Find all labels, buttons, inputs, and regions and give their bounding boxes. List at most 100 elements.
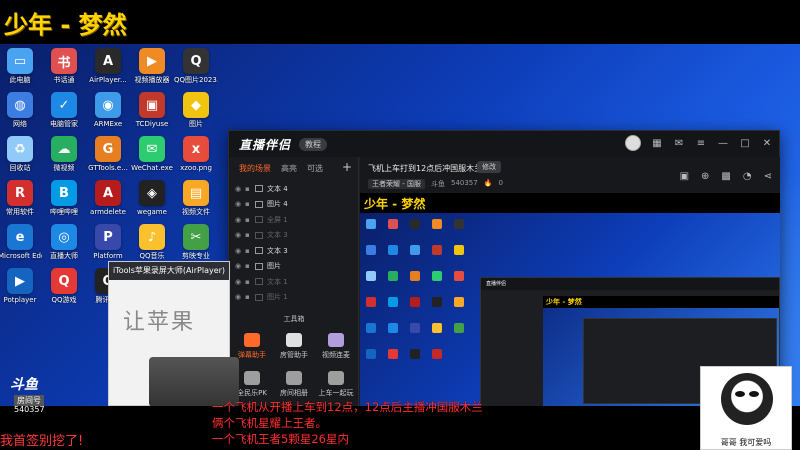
tool-icon [328, 371, 344, 385]
tab-my-scene[interactable]: 我的场景 [239, 163, 271, 177]
tab-highlight[interactable]: 高亮 [281, 163, 297, 177]
desktop-icon[interactable]: ♪ QQ音乐 [130, 224, 174, 260]
scene-source-item[interactable]: ◉ ▪ 图片 4 [229, 197, 358, 213]
desktop-icon[interactable]: ◉ ARMExe [86, 92, 130, 128]
tool-button[interactable]: 上车一起玩 [316, 371, 356, 398]
avatar[interactable] [625, 135, 641, 151]
lock-icon[interactable]: ▪ [245, 293, 255, 301]
bell-icon[interactable]: ◔ [743, 171, 752, 182]
desktop-icon[interactable]: x xzoo.png [174, 136, 218, 172]
scene-source-item[interactable]: ◉ ▪ 图片 1 [229, 290, 358, 306]
tool-button[interactable]: 弹幕助手 [232, 333, 272, 360]
preview-desktop-icon [454, 219, 464, 229]
game-category[interactable]: 王者荣耀 - 国服 [368, 179, 425, 189]
close-icon[interactable]: ✕ [761, 138, 773, 149]
lock-icon[interactable]: ▪ [245, 278, 255, 286]
desktop-icon[interactable]: ◈ wegame [130, 180, 174, 216]
scene-source-label: 图片 1 [267, 293, 288, 302]
app-icon: A [95, 48, 121, 74]
lock-icon[interactable]: ▪ [245, 185, 255, 193]
visibility-icon[interactable]: ◉ [235, 262, 245, 270]
grid-icon[interactable]: ▦ [651, 138, 663, 149]
desktop-icon[interactable]: ♻ 回收站 [0, 136, 42, 172]
desktop-icon[interactable]: P Platform [86, 224, 130, 260]
desktop-icon[interactable]: e Microsoft Edge [0, 224, 42, 260]
lock-icon[interactable]: ▪ [245, 231, 255, 239]
lock-icon[interactable]: ▪ [245, 262, 255, 270]
scene-source-item[interactable]: ◉ ▪ 文本 3 [229, 228, 358, 244]
app-icon: B [51, 180, 77, 206]
maximize-icon[interactable]: □ [739, 138, 751, 149]
tool-button[interactable]: 视频连麦 [316, 333, 356, 360]
app-icon: Q [51, 268, 77, 294]
tab-optional[interactable]: 可选 [307, 163, 323, 177]
tool-button[interactable]: 房间相册 [274, 371, 314, 398]
desktop-icon[interactable]: ▭ 此电脑 [0, 48, 42, 84]
scene-source-item[interactable]: ◉ ▪ 全屏 1 [229, 212, 358, 228]
app-icon: ◆ [183, 92, 209, 118]
lock-icon[interactable]: ▪ [245, 247, 255, 255]
desktop-icon[interactable]: 书书话通 [42, 48, 86, 84]
scene-source-item[interactable]: ◉ ▪ 图片 [229, 259, 358, 275]
visibility-icon[interactable]: ◉ [235, 216, 245, 224]
visibility-icon[interactable]: ◉ [235, 200, 245, 208]
app-icon: Q [183, 48, 209, 74]
preview-desktop-icon [410, 323, 420, 333]
visibility-icon[interactable]: ◉ [235, 278, 245, 286]
desktop-icon[interactable]: ✓ 电脑管家 [42, 92, 86, 128]
visibility-icon[interactable]: ◉ [235, 185, 245, 193]
tool-icon [286, 333, 302, 347]
app-icon: ✂ [183, 224, 209, 250]
preview-overlay-title: 少年 - 梦然 [364, 197, 426, 211]
app-badge[interactable]: 教程 [299, 137, 328, 151]
desktop-icon-label: 剪映专业 [182, 252, 210, 260]
desktop-icon[interactable]: Q QQ游戏 [42, 268, 86, 304]
lock-icon[interactable]: ⊕ [701, 171, 709, 182]
scene-source-item[interactable]: ◉ ▪ 文本 1 [229, 274, 358, 290]
desktop-icon[interactable]: B 哔哩哔哩 [42, 180, 86, 216]
visibility-icon[interactable]: ◉ [235, 231, 245, 239]
desktop-icon[interactable]: G GTTools.e... [86, 136, 130, 172]
app-titlebar[interactable]: 直播伴侣 教程 ▦ ✉ ≡ — □ ✕ [229, 131, 779, 157]
layout-icon[interactable]: ▣ [680, 171, 689, 182]
desktop-icon[interactable]: ◍ 网络 [0, 92, 42, 128]
desktop-icon[interactable]: Aarmdelete [86, 180, 130, 216]
desktop-icon-label: xzoo.png [180, 164, 212, 172]
add-scene-icon[interactable]: + [342, 160, 352, 174]
visibility-icon[interactable]: ◉ [235, 247, 245, 255]
edit-title-button[interactable]: 修改 [477, 161, 501, 173]
desktop-icon[interactable]: ✉ WeChat.exe [130, 136, 174, 172]
desktop-icon[interactable]: ✂ 剪映专业 [174, 224, 218, 260]
desktop-icon[interactable]: ◎ 直播大师 [42, 224, 86, 260]
preview-desktop-icon [388, 323, 398, 333]
desktop-icon[interactable]: ☁ 微视频 [42, 136, 86, 172]
scene-source-item[interactable]: ◉ ▪ 文本 3 [229, 243, 358, 259]
scene-source-item[interactable]: ◉ ▪ 文本 4 [229, 181, 358, 197]
desktop-icon-label: 电脑管家 [50, 120, 78, 128]
desktop-icon[interactable]: ▤ 视频文件 [174, 180, 218, 216]
menu-icon[interactable]: ≡ [695, 138, 707, 149]
lock-icon[interactable]: ▪ [245, 216, 255, 224]
visibility-icon[interactable]: ◉ [235, 293, 245, 301]
tool-icon [328, 333, 344, 347]
gift-icon[interactable]: ▩ [721, 171, 730, 182]
toolbox-title: 工具箱 [283, 315, 305, 323]
desktop-icon-label: armdelete [90, 208, 126, 216]
lock-icon[interactable]: ▪ [245, 200, 255, 208]
app-icon: ▶ [7, 268, 33, 294]
desktop-icon[interactable]: ▶ 视频播放器 [130, 48, 174, 84]
minimize-icon[interactable]: — [717, 138, 729, 149]
share-icon[interactable]: ⋖ [764, 171, 772, 182]
desktop-icon[interactable]: ▣ TCDiyuse [130, 92, 174, 128]
room-number: 540357 [14, 405, 45, 414]
meme-caption: 哥哥 我可爱吗 [720, 438, 772, 447]
desktop-icon[interactable]: ◆ 图片 [174, 92, 218, 128]
desktop-icon[interactable]: Q QQ图片2023... [174, 48, 218, 84]
itools-title[interactable]: iTools苹果录屏大师(AirPlayer) [109, 262, 229, 280]
desktop-icon[interactable]: ▶ Potplayer [0, 268, 42, 304]
scene-source-label: 图片 4 [267, 200, 288, 209]
desktop-icon[interactable]: R 常用软件 [0, 180, 42, 216]
mail-icon[interactable]: ✉ [673, 138, 685, 149]
tool-button[interactable]: 房管助手 [274, 333, 314, 360]
desktop-icon[interactable]: A AirPlayer... [86, 48, 130, 84]
